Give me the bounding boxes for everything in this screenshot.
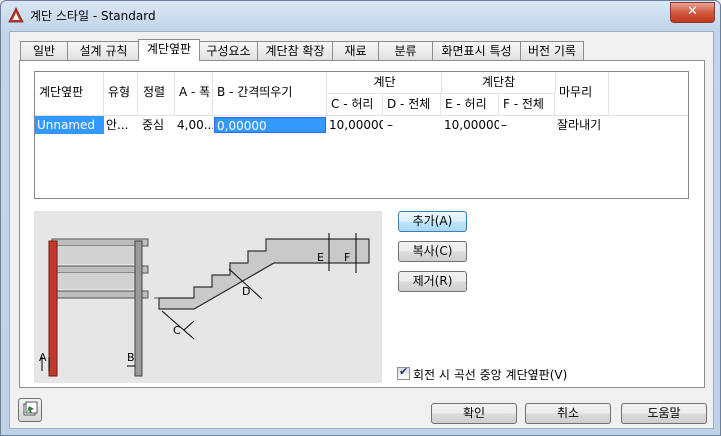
diagram-label-d: D (242, 285, 250, 298)
title-bar[interactable]: 계단 스타일 - Standard ✕ (1, 1, 720, 29)
checkmark-icon: ✔ (399, 365, 409, 378)
diagram-label-b: B (127, 351, 135, 364)
stringers-table[interactable]: 계단옆판 유형 정렬 A - 폭 B - 간격띄우기 계단 C - 허리 D -… (34, 71, 689, 199)
header-c-waist[interactable]: C - 허리 (328, 94, 383, 115)
cell-d-total[interactable]: – (387, 116, 439, 134)
cell-alignment[interactable]: 중심 (142, 116, 174, 134)
window-title: 계단 스타일 - Standard (30, 9, 156, 23)
header-a-width[interactable]: A - 폭 (176, 72, 213, 115)
copy-button[interactable]: 복사(C) (398, 241, 467, 262)
header-group-landing: 계단참 (442, 72, 556, 93)
tab-general[interactable]: 일반 (20, 41, 68, 60)
tab-materials[interactable]: 재료 (332, 41, 379, 60)
cell-f-total[interactable]: – (501, 116, 553, 134)
cell-finish[interactable]: 잘라내기 (557, 116, 609, 134)
header-group-stair: 계단 (328, 72, 442, 93)
dialog-window: 계단 스타일 - Standard ✕ 일반 설계 규칙 계단옆판 구성요소 계… (0, 0, 721, 436)
tab-landing-extensions[interactable]: 계단참 확장 (257, 41, 333, 60)
cell-b-offset-input[interactable]: 0,00000 (214, 117, 326, 133)
header-f-total[interactable]: F - 전체 (500, 94, 555, 115)
close-button[interactable]: ✕ (670, 2, 715, 23)
cell-e-waist[interactable]: 10,00000 (444, 116, 499, 134)
tab-version-history[interactable]: 버전 기록 (520, 41, 584, 60)
tab-classifications[interactable]: 분류 (378, 41, 433, 60)
cell-a-width[interactable]: 4,00... (177, 116, 213, 134)
help-button[interactable]: 도움말 (621, 403, 707, 424)
cancel-button[interactable]: 취소 (525, 403, 611, 424)
dialog-client-area: 일반 설계 규칙 계단옆판 구성요소 계단참 확장 재료 분류 화면표시 특성 … (9, 31, 714, 429)
header-e-waist[interactable]: E - 허리 (442, 94, 499, 115)
tab-design-rules[interactable]: 설계 규칙 (67, 41, 140, 60)
style-select-icon-button[interactable] (18, 398, 42, 422)
tab-display-properties[interactable]: 화면표시 특성 (432, 41, 521, 60)
remove-button[interactable]: 제거(R) (398, 271, 467, 292)
header-name[interactable]: 계단옆판 (35, 72, 104, 115)
diagram-label-a: A (39, 351, 47, 364)
cell-c-waist[interactable]: 10,00000 (329, 116, 383, 134)
stringer-diagram: A B C D E F (34, 211, 382, 383)
header-alignment[interactable]: 정렬 (139, 72, 175, 115)
tab-components[interactable]: 구성요소 (199, 41, 258, 60)
diagram-label-e: E (317, 251, 324, 264)
center-stringer-checkbox-label[interactable]: 회전 시 곡선 중앙 계단옆판(V) (413, 366, 567, 383)
header-finish[interactable]: 마무리 (556, 72, 609, 115)
cell-name[interactable]: Unnamed (35, 116, 104, 134)
style-select-icon (23, 401, 38, 416)
cell-type[interactable]: 안... (106, 116, 137, 134)
center-stringer-checkbox[interactable]: ✔ (397, 365, 410, 380)
add-button[interactable]: 추가(A) (398, 211, 467, 232)
ok-button[interactable]: 확인 (431, 403, 517, 424)
tab-stringers[interactable]: 계단옆판 (138, 39, 200, 61)
autocad-app-icon (8, 7, 24, 23)
header-d-total[interactable]: D - 전체 (384, 94, 441, 115)
diagram-label-c: C (173, 324, 181, 337)
stringer-diagram-preview: A B C D E F (34, 211, 382, 383)
stringers-tab-panel: 계단옆판 유형 정렬 A - 폭 B - 간격띄우기 계단 C - 허리 D -… (19, 60, 705, 388)
header-b-offset[interactable]: B - 간격띄우기 (214, 72, 327, 115)
diagram-label-f: F (344, 251, 350, 264)
header-type[interactable]: 유형 (105, 72, 138, 115)
header-group-divider (328, 93, 555, 94)
